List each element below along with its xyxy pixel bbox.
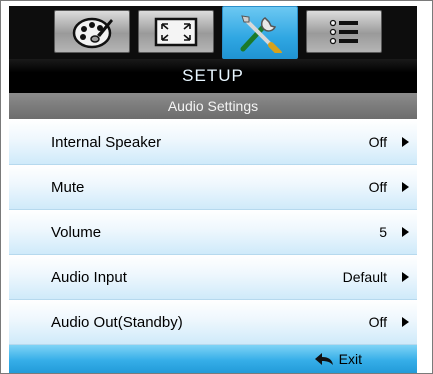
row-label: Audio Input bbox=[51, 269, 127, 286]
menu-row-audio-input[interactable]: Audio Input Default bbox=[9, 255, 417, 300]
settings-list: Internal Speaker Off Mute Off Volume 5 A… bbox=[9, 120, 417, 345]
footer-bar: Exit bbox=[9, 345, 417, 373]
row-value: 5 bbox=[379, 224, 387, 240]
arrow-right-icon[interactable] bbox=[402, 317, 409, 327]
arrow-right-icon[interactable] bbox=[402, 272, 409, 282]
row-value: Default bbox=[342, 269, 387, 285]
exit-label: Exit bbox=[338, 351, 362, 367]
row-label: Audio Out(Standby) bbox=[51, 314, 183, 331]
fullscreen-icon bbox=[154, 17, 198, 46]
menu-row-mute[interactable]: Mute Off bbox=[9, 165, 417, 210]
menu-row-internal-speaker[interactable]: Internal Speaker Off bbox=[9, 120, 417, 165]
row-value: Off bbox=[368, 314, 387, 330]
tab-setup[interactable] bbox=[222, 6, 298, 59]
tools-icon bbox=[240, 15, 282, 53]
row-label: Mute bbox=[51, 179, 85, 196]
menu-row-audio-out-standby[interactable]: Audio Out(Standby) Off bbox=[9, 300, 417, 345]
submenu-title: Audio Settings bbox=[9, 93, 417, 119]
row-value: Off bbox=[368, 134, 387, 150]
tab-image[interactable] bbox=[54, 10, 130, 53]
arrow-right-icon[interactable] bbox=[402, 137, 409, 147]
palette-icon bbox=[72, 17, 113, 48]
exit-button[interactable]: Exit bbox=[314, 345, 362, 373]
tab-options[interactable] bbox=[306, 10, 382, 53]
menu-row-volume[interactable]: Volume 5 bbox=[9, 210, 417, 255]
list-icon bbox=[329, 19, 358, 44]
arrow-right-icon[interactable] bbox=[402, 227, 409, 237]
row-label: Internal Speaker bbox=[51, 134, 162, 151]
osd-menu: SETUP Audio Settings Internal Speaker Of… bbox=[0, 0, 433, 374]
menu-title: SETUP bbox=[9, 59, 417, 93]
arrow-right-icon[interactable] bbox=[402, 182, 409, 192]
row-value: Off bbox=[368, 179, 387, 195]
tab-display[interactable] bbox=[138, 10, 214, 53]
row-label: Volume bbox=[51, 224, 102, 241]
back-arrow-icon bbox=[314, 353, 333, 365]
tab-bar bbox=[9, 6, 417, 59]
